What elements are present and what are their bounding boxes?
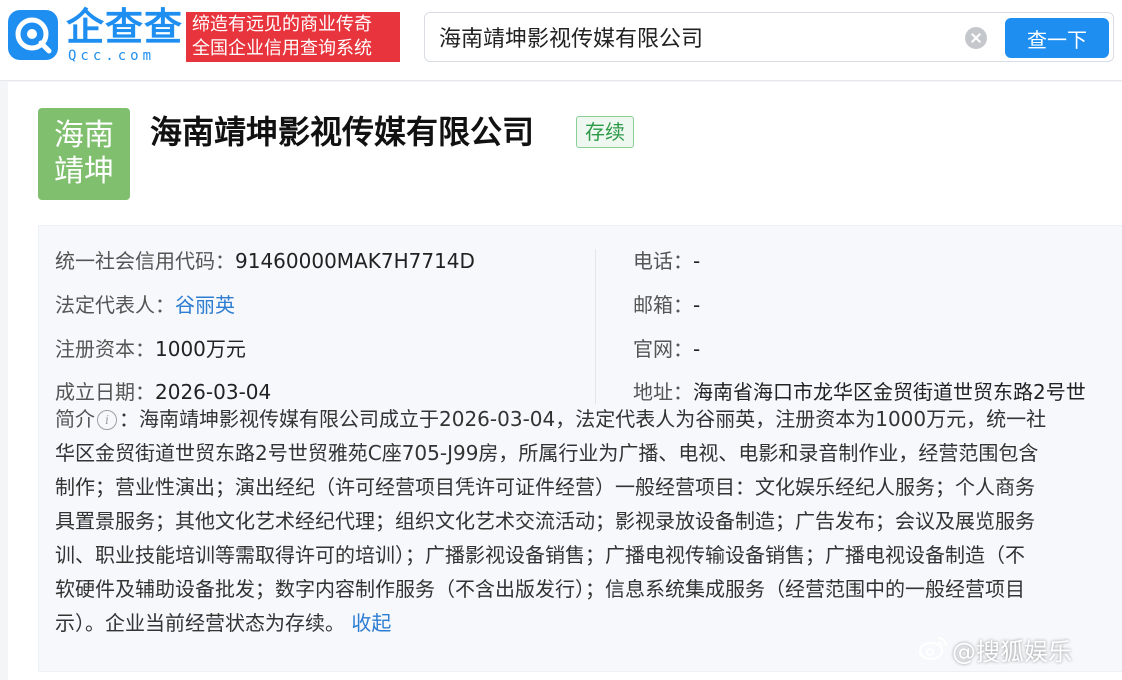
intro-line-5: 训、职业技能培训等需取得许可的培训）；广播影视设备销售；广播电视传输设备销售；广… <box>55 543 1025 567</box>
watermark: @搜狐娱乐 <box>918 632 1072 672</box>
logo-cn-text: 企查查 <box>66 5 184 49</box>
company-logo-line-2: 靖坤 <box>54 154 114 189</box>
search-input[interactable] <box>439 20 949 54</box>
email-value: - <box>693 293 701 317</box>
column-divider <box>595 249 596 404</box>
website-value: - <box>693 337 701 361</box>
watermark-text: @搜狐娱乐 <box>952 638 1072 666</box>
intro-line-1: 简介 i ：海南靖坤影视传媒有限公司成立于2026-03-04，法定代表人为谷丽英，… <box>55 402 1122 436</box>
status-badge: 存续 <box>576 116 634 148</box>
intro-colon: ： <box>119 407 139 431</box>
intro-line-3: 制作；营业性演出；演出经纪（许可经营项目凭许可证件经营）一般经营项目：文化娱乐经… <box>55 475 1035 499</box>
weibo-icon <box>918 633 948 673</box>
slogan-line-1: 缔造有远见的商业传奇 <box>192 14 372 35</box>
credit-code-value: 91460000MAK7H7714D <box>235 249 475 273</box>
info-icon[interactable]: i <box>97 410 117 430</box>
clear-icon[interactable] <box>965 27 987 49</box>
qcc-logo-text[interactable]: 企查查 Qcc.com <box>66 6 184 66</box>
info-panel: 统一社会信用代码：91460000MAK7H7714D 法定代表人：谷丽英 注册… <box>38 225 1122 672</box>
credit-code-label: 统一社会信用代码： <box>55 249 235 273</box>
company-intro: 简介 i ：海南靖坤影视传媒有限公司成立于2026-03-04，法定代表人为谷丽英，… <box>55 402 1122 662</box>
capital-value: 1000万元 <box>155 337 246 361</box>
legal-rep-link[interactable]: 谷丽英 <box>175 293 235 317</box>
legal-rep-row: 法定代表人：谷丽英 <box>55 292 235 318</box>
address-label: 地址： <box>633 380 693 404</box>
slogan-banner: 缔造有远见的商业传奇 全国企业信用查询系统 <box>186 12 400 62</box>
intro-line-6: 软硬件及辅助设备批发；数字内容制作服务（不含出版发行）；信息系统集成服务（经营范… <box>55 577 1025 601</box>
search-button[interactable]: 查一下 <box>1005 18 1109 58</box>
intro-line-4: 具置景服务；其他文化艺术经纪代理；组织文化艺术交流活动；影视录放设备制造；广告发… <box>55 509 1035 533</box>
phone-value: - <box>693 249 701 273</box>
capital-row: 注册资本：1000万元 <box>55 336 246 362</box>
logo-en-text: Qcc.com <box>68 48 156 64</box>
capital-label: 注册资本： <box>55 337 155 361</box>
qcc-logo-icon[interactable] <box>8 10 58 60</box>
legal-rep-label: 法定代表人： <box>55 293 175 317</box>
slogan-line-2: 全国企业信用查询系统 <box>192 38 372 59</box>
credit-code-row: 统一社会信用代码：91460000MAK7H7714D <box>55 248 475 274</box>
collapse-link[interactable]: 收起 <box>351 611 391 635</box>
intro-text-1: 海南靖坤影视传媒有限公司成立于2026-03-04，法定代表人为谷丽英，注册资本… <box>139 407 1047 431</box>
company-card: 海南 靖坤 海南靖坤影视传媒有限公司 存续 统一社会信用代码：91460000M… <box>8 82 1122 680</box>
intro-line-2: 华区金贸街道世贸东路2号世贸雅苑C座705-J99房，所属行业为广播、电视、电影… <box>55 441 1039 465</box>
address-value: 海南省海口市龙华区金贸街道世贸东路2号世 <box>693 380 1086 404</box>
website-row: 官网：- <box>633 336 700 362</box>
company-logo: 海南 靖坤 <box>38 108 130 200</box>
founded-label: 成立日期： <box>55 380 155 404</box>
email-label: 邮箱： <box>633 293 693 317</box>
top-header: 企查查 Qcc.com 缔造有远见的商业传奇 全国企业信用查询系统 查一下 <box>0 0 1122 81</box>
search-box: 查一下 <box>424 12 1114 62</box>
company-logo-line-1: 海南 <box>54 118 114 153</box>
email-row: 邮箱：- <box>633 292 700 318</box>
intro-label: 简介 <box>55 407 95 431</box>
intro-text-7: 示）。企业当前经营状态为存续。 <box>55 611 345 635</box>
phone-row: 电话：- <box>633 248 700 274</box>
company-name: 海南靖坤影视传媒有限公司 <box>150 113 535 151</box>
website-label: 官网： <box>633 337 693 361</box>
phone-label: 电话： <box>633 249 693 273</box>
founded-value: 2026-03-04 <box>155 380 272 404</box>
